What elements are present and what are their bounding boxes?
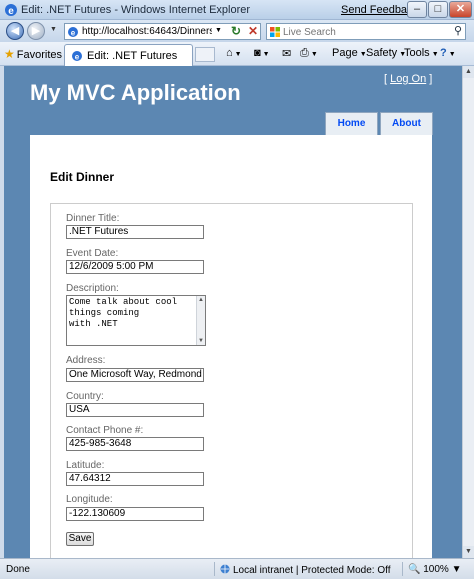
scroll-down-icon[interactable]: ▼ [198,338,204,344]
close-button[interactable]: ✕ [449,1,472,18]
intranet-globe-icon [220,564,230,574]
page-menu-label: Page [332,47,358,59]
window-title: Edit: .NET Futures - Windows Internet Ex… [21,4,251,16]
latitude-input[interactable]: 47.64312 [66,472,204,486]
search-input[interactable] [283,26,433,38]
favorites-button[interactable]: ★ Favorites [4,47,62,61]
url-dropdown-icon[interactable]: ▼ [215,27,222,34]
status-text: Done [6,564,30,575]
title-input[interactable]: .NET Futures [66,225,204,239]
url-field[interactable]: e http://localhost:64643/Dinners/Edit/1 … [64,23,261,40]
country-label: Country: [66,391,104,402]
minimize-button[interactable]: – [407,1,427,18]
scroll-up-icon[interactable]: ▲ [198,297,204,303]
scroll-up-arrow-icon[interactable]: ▲ [463,66,474,78]
textarea-scrollbar[interactable]: ▲ ▼ [196,296,205,345]
status-divider [214,562,215,576]
browser-tab[interactable]: e Edit: .NET Futures [64,44,193,66]
address-bar: ◀ ▶ ▼ e http://localhost:64643/Dinners/E… [0,20,474,42]
feeds-icon[interactable]: ◙ ▼ [254,47,270,59]
longitude-input[interactable]: -122.130609 [66,507,204,521]
tools-menu[interactable]: Tools ▼ [404,47,439,59]
contact-phone-label: Contact Phone #: [66,425,144,436]
security-zone[interactable]: Local intranet | Protected Mode: Off [220,564,391,576]
search-icon[interactable]: ⚲ [454,24,462,37]
svg-text:e: e [75,53,80,62]
menu-home[interactable]: Home [325,112,378,135]
safety-menu[interactable]: Safety ▼ [366,47,406,59]
tab-page-icon: e [72,51,82,62]
svg-text:e: e [8,6,14,17]
security-zone-label: Local intranet | Protected Mode: Off [233,565,391,576]
logon-bracket-close: ] [429,73,433,85]
title-label: Dinner Title: [66,213,120,224]
favorites-label: Favorites [16,49,63,61]
print-icon[interactable]: ⎙ ▼ [300,47,318,60]
scroll-down-arrow-icon[interactable]: ▼ [463,546,474,558]
page-viewport: [ Log On ] My MVC Application Home About… [4,66,462,558]
tab-title: Edit: .NET Futures [87,50,178,62]
zoom-level[interactable]: 🔍 100% ▼ [408,564,462,575]
page-icon: e [68,27,78,38]
window-title-bar: e Edit: .NET Futures - Windows Internet … [0,0,474,20]
longitude-label: Longitude: [66,494,113,505]
description-text[interactable]: Come talk about cool things coming with … [69,297,193,330]
description-label: Description: [66,283,119,294]
stop-icon[interactable]: ✕ [248,24,258,38]
page-menu[interactable]: Page ▼ [332,47,367,59]
back-button[interactable]: ◀ [6,22,24,40]
internet-explorer-icon: e [5,4,17,17]
help-icon[interactable]: ? ▼ [440,47,456,59]
save-button[interactable]: Save [66,532,94,546]
history-dropdown-icon[interactable]: ▼ [50,26,57,33]
svg-text:e: e [71,29,76,38]
refresh-icon[interactable]: ↻ [231,24,241,38]
logon-link[interactable]: Log On [390,73,426,85]
site-title: My MVC Application [30,80,241,105]
latitude-label: Latitude: [66,460,105,471]
forward-button[interactable]: ▶ [27,22,45,40]
new-tab-button[interactable] [195,47,215,62]
page-scrollbar[interactable]: ▲ ▼ [462,66,474,558]
address-input[interactable]: One Microsoft Way, Redmond WA [66,368,204,382]
search-box[interactable]: ⚲ [266,23,466,40]
description-textarea[interactable]: Come talk about cool things coming with … [66,295,206,346]
command-bar: ★ Favorites e Edit: .NET Futures ⌂ ▼ ◙ ▼ ✉ … [0,42,474,66]
live-search-icon [270,27,280,37]
main-content: Edit Dinner Dinner Title: .NET Futures E… [30,135,432,558]
status-divider-2 [402,562,403,576]
mail-icon[interactable]: ✉ [282,47,291,60]
safety-menu-label: Safety [366,47,398,59]
event-date-label: Event Date: [66,248,119,259]
country-input[interactable]: USA [66,403,204,417]
contact-phone-input[interactable]: 425-985-3648 [66,437,204,451]
home-icon[interactable]: ⌂ ▼ [226,47,242,59]
event-date-input[interactable]: 12/6/2009 5:00 PM [66,260,204,274]
zoom-value: 100% [423,564,449,575]
tools-menu-label: Tools [404,47,430,59]
logon-display: [ Log On ] [384,73,432,85]
page-heading: Edit Dinner [50,170,115,184]
address-label: Address: [66,355,106,366]
star-icon: ★ [4,47,15,61]
edit-dinner-fieldset: Dinner Title: .NET Futures Event Date: 1… [50,203,413,558]
status-bar: Done Local intranet | Protected Mode: Of… [0,558,474,579]
url-text[interactable]: http://localhost:64643/Dinners/Edit/1 [82,26,212,37]
logon-bracket-open: [ [384,73,388,85]
menu-about[interactable]: About [380,112,433,135]
maximize-button[interactable]: □ [428,1,448,18]
